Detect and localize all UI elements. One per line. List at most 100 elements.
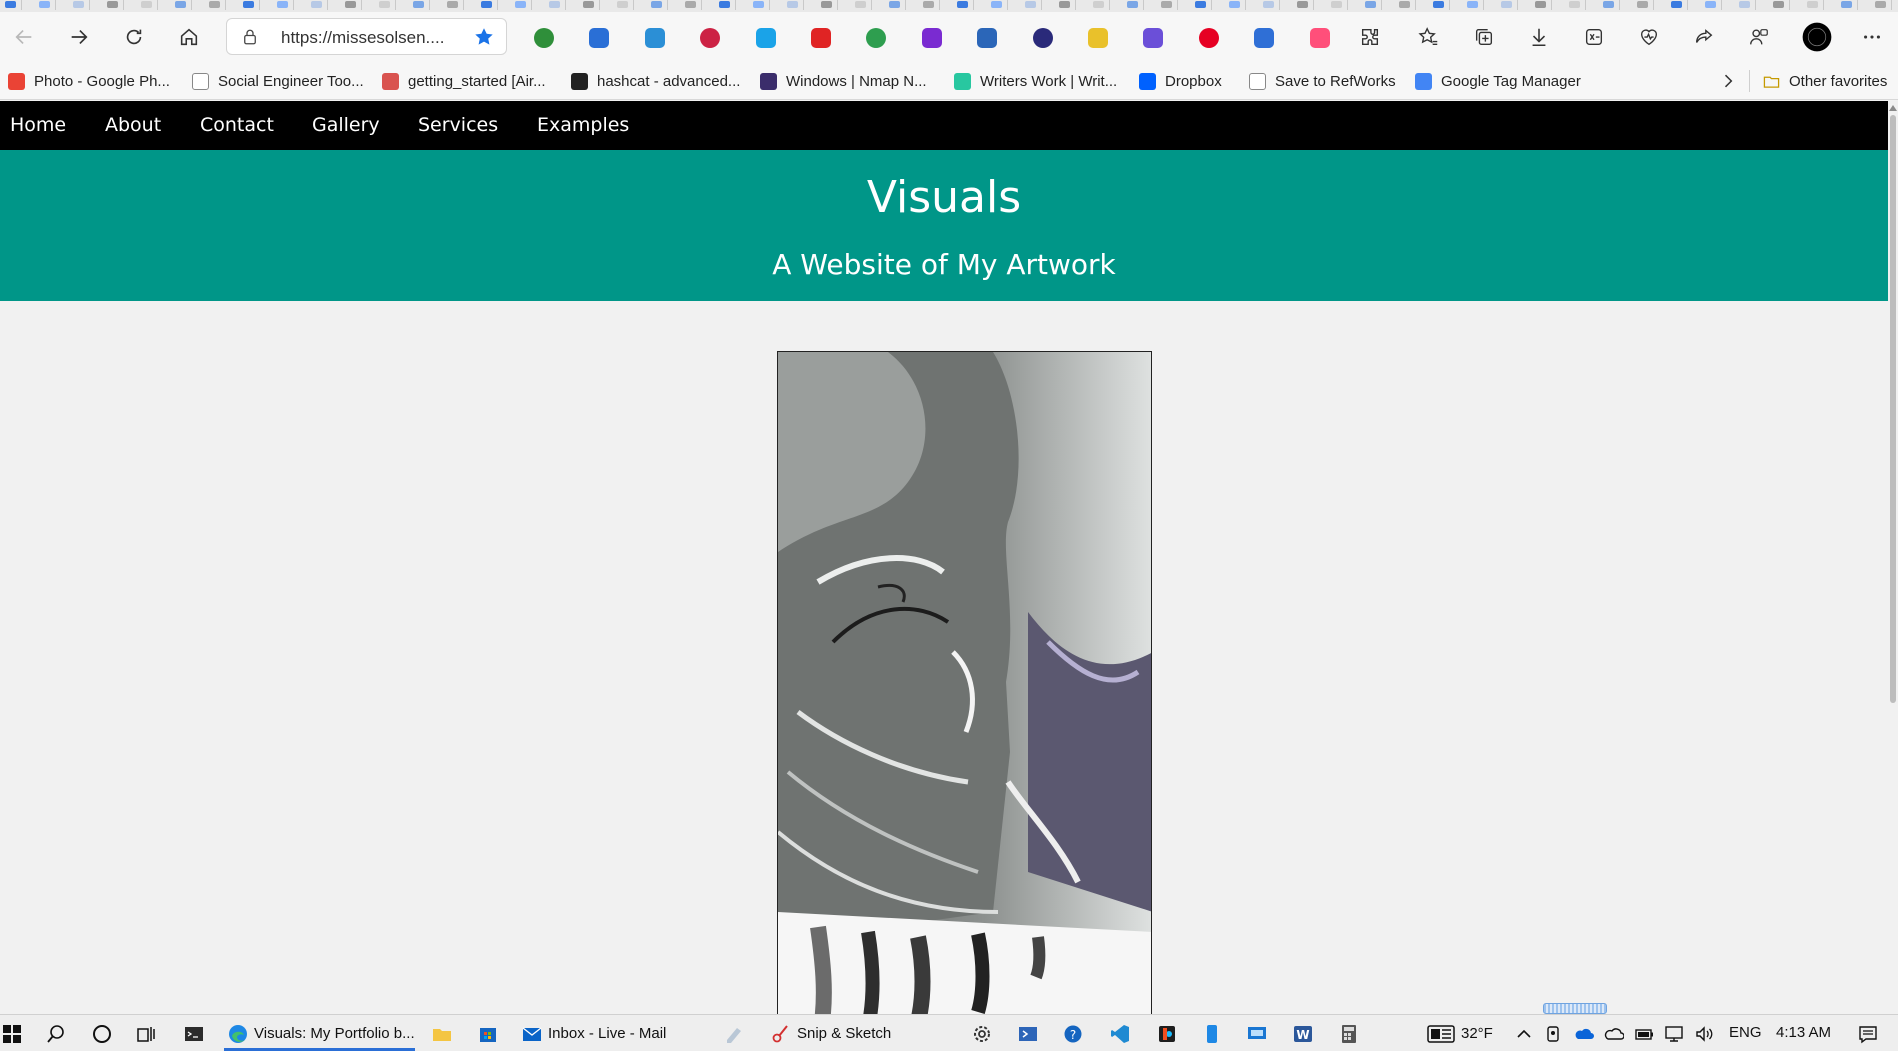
browser-tab[interactable]	[170, 0, 192, 10]
favorite-link[interactable]: Google Tag Manager	[1415, 70, 1581, 92]
browser-tab[interactable]	[510, 0, 532, 10]
extension-icon[interactable]	[753, 25, 779, 51]
browser-tab[interactable]	[374, 0, 396, 10]
cortana-button[interactable]	[92, 1020, 118, 1047]
extension-icon[interactable]	[1307, 25, 1333, 51]
browser-tab[interactable]	[1326, 0, 1348, 10]
browser-tab[interactable]	[272, 0, 294, 10]
browser-tab[interactable]	[782, 0, 804, 10]
back-button[interactable]	[8, 21, 40, 53]
terminal-taskbar-icon[interactable]	[184, 1020, 210, 1047]
page-scrollbar[interactable]	[1888, 101, 1898, 1014]
address-bar[interactable]: https://missesolsen....	[226, 18, 507, 55]
browser-tab[interactable]	[646, 0, 668, 10]
browser-tab[interactable]	[1530, 0, 1552, 10]
nav-services[interactable]: Services	[418, 114, 498, 136]
browser-tab[interactable]	[68, 0, 90, 10]
calculator-taskbar-button[interactable]	[1339, 1020, 1365, 1047]
share-button[interactable]	[1688, 21, 1720, 53]
extension-icon[interactable]	[697, 25, 723, 51]
browser-tab[interactable]	[1598, 0, 1620, 10]
nav-contact[interactable]: Contact	[200, 114, 274, 136]
browser-tab[interactable]	[204, 0, 226, 10]
browser-tab[interactable]	[1360, 0, 1382, 10]
browser-tab[interactable]	[714, 0, 736, 10]
phone-taskbar-button[interactable]	[1202, 1020, 1228, 1047]
favorite-link[interactable]: Writers Work | Writ...	[954, 70, 1117, 92]
language-indicator[interactable]: ENG	[1729, 1024, 1762, 1041]
browser-tab[interactable]	[476, 0, 498, 10]
browser-tab[interactable]	[1700, 0, 1722, 10]
browser-tab[interactable]	[1394, 0, 1416, 10]
settings-taskbar-button[interactable]	[972, 1020, 998, 1047]
favorites-button[interactable]	[1413, 21, 1445, 53]
store-button[interactable]	[478, 1020, 504, 1047]
url-text[interactable]: https://missesolsen....	[281, 28, 444, 48]
nav-gallery[interactable]: Gallery	[312, 114, 380, 136]
browser-tab[interactable]	[1836, 0, 1858, 10]
tray-camera[interactable]	[1544, 1020, 1570, 1047]
mail-window-button[interactable]: Inbox - Live - Mail	[522, 1020, 666, 1047]
downloads-button[interactable]	[1523, 21, 1555, 53]
vscode-taskbar-button[interactable]	[1110, 1020, 1136, 1047]
extension-icon[interactable]	[1085, 25, 1111, 51]
extension-icon[interactable]	[919, 25, 945, 51]
extension-icon[interactable]	[642, 25, 668, 51]
browser-tab[interactable]	[1870, 0, 1892, 10]
browser-tab[interactable]	[1496, 0, 1518, 10]
browser-tab[interactable]	[136, 0, 158, 10]
help-taskbar-button[interactable]: ?	[1063, 1020, 1089, 1047]
tray-network[interactable]	[1664, 1020, 1690, 1047]
extension-icon[interactable]	[1030, 25, 1056, 51]
favorite-star-icon[interactable]	[473, 26, 495, 48]
notifications-button[interactable]	[1858, 1020, 1884, 1047]
browser-tab[interactable]	[102, 0, 124, 10]
weather-widget[interactable]: 32°F	[1427, 1020, 1493, 1047]
file-explorer-button[interactable]	[432, 1020, 458, 1047]
nav-examples[interactable]: Examples	[537, 114, 629, 136]
browser-tab[interactable]	[1428, 0, 1450, 10]
extension-icon[interactable]	[531, 25, 557, 51]
tray-volume[interactable]	[1694, 1020, 1720, 1047]
tray-battery[interactable]	[1634, 1020, 1660, 1047]
powershell-taskbar-button[interactable]	[1018, 1020, 1044, 1047]
browser-tab[interactable]	[1190, 0, 1212, 10]
favorite-link[interactable]: Dropbox	[1139, 70, 1222, 92]
collections-button[interactable]	[1468, 21, 1500, 53]
favorite-link[interactable]: Save to RefWorks	[1249, 70, 1396, 92]
browser-tab[interactable]	[884, 0, 906, 10]
tray-onedrive[interactable]	[1574, 1020, 1600, 1047]
browser-tab[interactable]	[408, 0, 430, 10]
browser-tab[interactable]	[816, 0, 838, 10]
browser-tab[interactable]	[680, 0, 702, 10]
favorite-link[interactable]: Photo - Google Ph...	[8, 70, 170, 92]
browser-tab[interactable]	[306, 0, 328, 10]
other-favorites[interactable]: Other favorites	[1763, 70, 1887, 92]
browser-tab[interactable]	[952, 0, 974, 10]
extension-icon[interactable]	[863, 25, 889, 51]
home-button[interactable]	[173, 21, 205, 53]
browser-tab[interactable]	[918, 0, 940, 10]
browser-tab[interactable]	[850, 0, 872, 10]
extension-icon[interactable]	[1251, 25, 1277, 51]
chevron-right-icon[interactable]	[1718, 71, 1738, 91]
browser-tab[interactable]	[1122, 0, 1144, 10]
refresh-button[interactable]	[118, 21, 150, 53]
favorite-link[interactable]: getting_started [Air...	[382, 70, 546, 92]
edge-window-button[interactable]: Visuals: My Portfolio b...	[228, 1020, 415, 1047]
favorite-link[interactable]: Social Engineer Too...	[192, 70, 364, 92]
favorite-link[interactable]: hashcat - advanced...	[571, 70, 740, 92]
extension-icon[interactable]	[808, 25, 834, 51]
browser-tab[interactable]	[1224, 0, 1246, 10]
browser-tab[interactable]	[1462, 0, 1484, 10]
extension-icon[interactable]	[1140, 25, 1166, 51]
browser-tab[interactable]	[1632, 0, 1654, 10]
browser-tab[interactable]	[748, 0, 770, 10]
browser-tab[interactable]	[34, 0, 56, 10]
start-button[interactable]	[2, 1020, 28, 1047]
extension-icon[interactable]	[974, 25, 1000, 51]
browser-tab[interactable]	[986, 0, 1008, 10]
browser-tab[interactable]	[1734, 0, 1756, 10]
feedback-button[interactable]	[1743, 21, 1775, 53]
snip-window-button[interactable]: Snip & Sketch	[771, 1020, 891, 1047]
